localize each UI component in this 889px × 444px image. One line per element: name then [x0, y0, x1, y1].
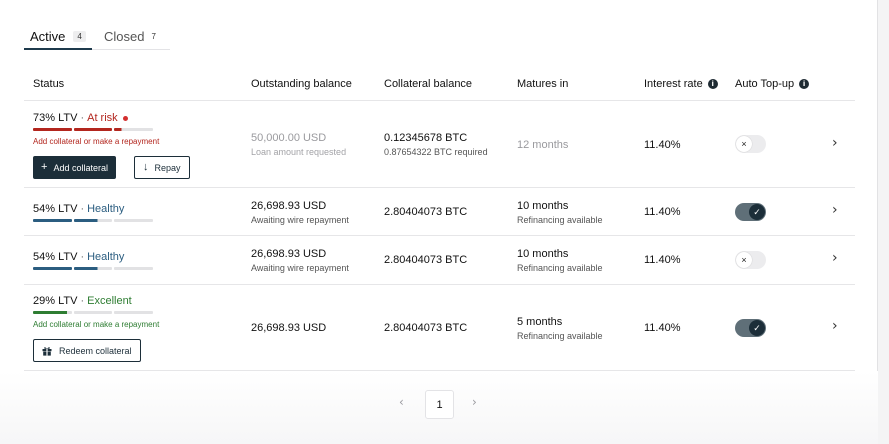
- x-icon: ×: [736, 136, 752, 152]
- auto-topup-toggle[interactable]: ✓: [735, 319, 766, 337]
- tab-closed-count: 7: [151, 31, 156, 41]
- column-header-auto-topup: Auto Top-up i: [735, 78, 810, 90]
- column-header-collateral: Collateral balance: [384, 78, 473, 90]
- outstanding-balance: 50,000.00 USD: [251, 132, 327, 144]
- interest-rate: 11.40%: [644, 139, 681, 151]
- pagination-page-1[interactable]: 1: [425, 390, 454, 419]
- auto-topup-info-icon[interactable]: i: [799, 79, 810, 89]
- collateral-balance: 0.12345678 BTC: [384, 132, 468, 144]
- row-chevron-right-icon[interactable]: ›: [832, 318, 838, 334]
- plus-icon: +: [41, 161, 48, 173]
- add-collateral-button[interactable]: + Add collateral: [33, 156, 116, 179]
- interest-rate: 11.40%: [644, 206, 681, 218]
- interest-info-icon[interactable]: i: [707, 79, 718, 89]
- column-header-status: Status: [33, 78, 65, 90]
- interest-rate: 11.40%: [644, 322, 681, 334]
- outstanding-note: Awaiting wire repayment: [251, 263, 349, 273]
- loan-tabs: Active 4 Closed 7: [24, 22, 170, 50]
- column-header-outstanding: Outstanding balance: [251, 78, 352, 90]
- ltv-bar: [33, 267, 154, 270]
- matures-in: 12 months: [517, 139, 569, 151]
- ltv-status: 73% LTV · At risk: [33, 112, 128, 124]
- pagination-next-chevron-right-icon[interactable]: ›: [472, 395, 477, 409]
- auto-topup-toggle[interactable]: ×: [735, 251, 766, 269]
- column-header-interest: Interest rate i: [644, 78, 718, 90]
- auto-topup-toggle[interactable]: ✓: [735, 203, 766, 221]
- row-chevron-right-icon[interactable]: ›: [832, 135, 838, 151]
- outstanding-balance: 26,698.93 USD: [251, 248, 327, 260]
- risk-dot-icon: [122, 115, 128, 121]
- repay-button[interactable]: ↓ Repay: [134, 156, 190, 179]
- row-chevron-right-icon[interactable]: ›: [832, 202, 838, 218]
- loans-card: Active 4 Closed 7 Status Outstanding bal…: [0, 0, 878, 444]
- matures-in: 10 months: [517, 248, 569, 260]
- outstanding-note: Loan amount requested: [251, 147, 347, 157]
- refinancing-note: Refinancing available: [517, 263, 603, 273]
- arrow-down-icon: ↓: [143, 161, 149, 173]
- refinancing-note: Refinancing available: [517, 215, 603, 225]
- active-tab-indicator: [24, 48, 92, 50]
- auto-topup-toggle[interactable]: ×: [735, 135, 766, 153]
- outstanding-balance: 26,698.93 USD: [251, 322, 327, 334]
- outstanding-balance: 26,698.93 USD: [251, 200, 327, 212]
- matures-in: 10 months: [517, 200, 569, 212]
- collateral-balance: 2.80404073 BTC: [384, 254, 468, 266]
- ltv-bar: [33, 219, 154, 222]
- refinancing-note: Refinancing available: [517, 331, 603, 341]
- repayment-hint: Add collateral or make a repayment: [33, 320, 160, 329]
- tab-active[interactable]: Active 4: [30, 22, 86, 50]
- x-icon: ×: [736, 252, 752, 268]
- ltv-status: 54% LTV · Healthy: [33, 251, 125, 263]
- ltv-bar: [33, 128, 154, 131]
- check-icon: ✓: [749, 320, 765, 336]
- outstanding-note: Awaiting wire repayment: [251, 215, 349, 225]
- row-chevron-right-icon[interactable]: ›: [832, 250, 838, 266]
- status-badge: Healthy: [87, 203, 125, 215]
- footer-divider: [24, 370, 855, 371]
- collateral-balance: 2.80404073 BTC: [384, 206, 468, 218]
- matures-in: 5 months: [517, 316, 563, 328]
- risk-hint: Add collateral or make a repayment: [33, 137, 160, 146]
- collateral-note: 0.87654322 BTC required: [384, 147, 488, 157]
- status-badge: At risk: [87, 112, 118, 124]
- row-divider: [24, 235, 855, 236]
- status-badge: Healthy: [87, 251, 125, 263]
- tab-closed[interactable]: Closed 7: [104, 22, 156, 50]
- tab-active-count: 4: [73, 30, 86, 42]
- collateral-balance: 2.80404073 BTC: [384, 322, 468, 334]
- interest-rate: 11.40%: [644, 254, 681, 266]
- status-badge: Excellent: [87, 295, 132, 307]
- ltv-status: 29% LTV · Excellent: [33, 295, 132, 307]
- check-icon: ✓: [749, 204, 765, 220]
- row-divider: [24, 284, 855, 285]
- pagination-prev-chevron-left-icon[interactable]: ‹: [399, 395, 404, 409]
- ltv-bar: [33, 311, 154, 314]
- ltv-status: 54% LTV · Healthy: [33, 203, 125, 215]
- tab-closed-label: Closed: [104, 28, 145, 44]
- row-divider: [24, 187, 855, 188]
- column-header-matures: Matures in: [517, 78, 569, 90]
- tab-active-label: Active: [30, 28, 66, 44]
- redeem-collateral-button[interactable]: Redeem collateral: [33, 339, 141, 362]
- gift-icon: [42, 346, 52, 356]
- scrollbar-track[interactable]: [878, 0, 889, 444]
- header-divider: [24, 100, 855, 101]
